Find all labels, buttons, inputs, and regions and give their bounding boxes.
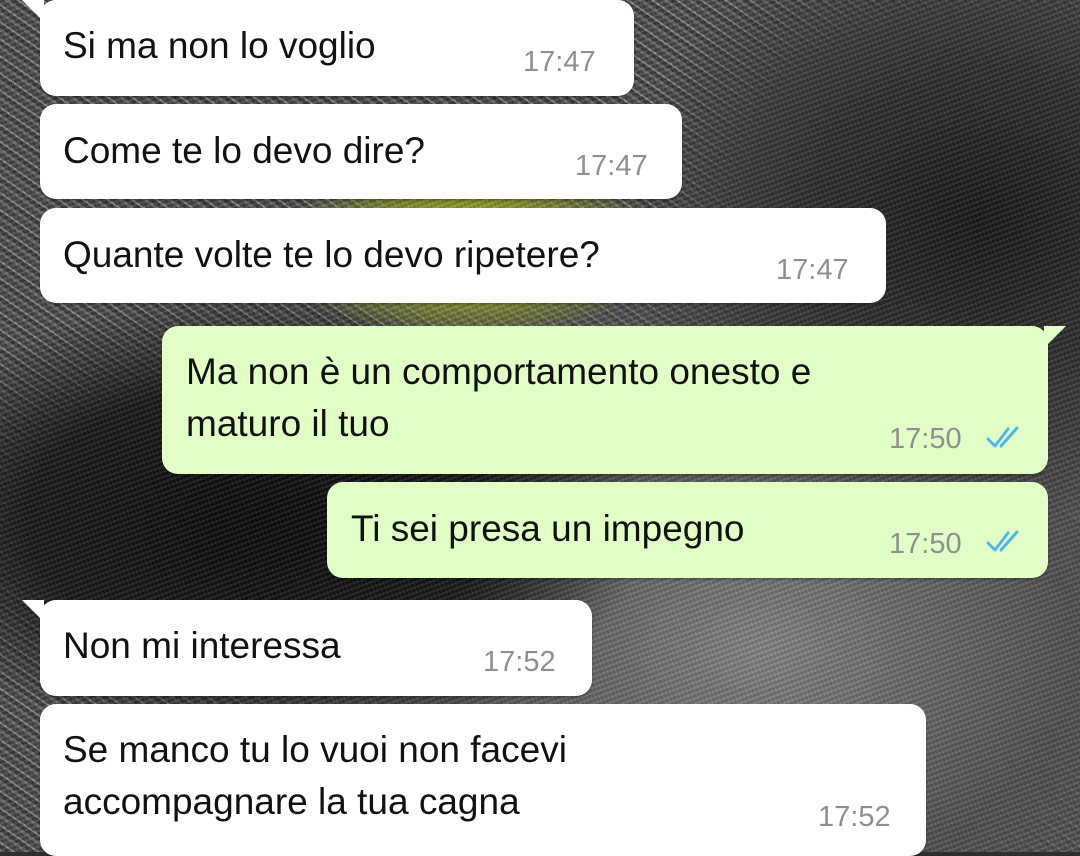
message-bubble-incoming[interactable]: Quante volte te lo devo ripetere? 17:47 [40,208,886,303]
message-text-line-1: Ma non è un comportamento onesto e [186,351,812,392]
message-bubble-outgoing[interactable]: Ma non è un comportamento onesto e matur… [162,326,1066,474]
message-text-line-2: accompagnare la tua cagna [63,781,520,822]
message-time: 17:47 [575,150,648,182]
message-time: 17:47 [523,46,596,78]
message-bubble-incoming[interactable]: Si ma non lo voglio 17:47 [22,0,634,96]
message-text: Come te lo devo dire? [63,130,425,171]
double-check-icon [986,426,1019,448]
message-time: 17:50 [889,423,962,455]
message-bubble-outgoing[interactable]: Ti sei presa un impegno 17:50 [327,482,1048,578]
message-time: 17:50 [889,528,962,560]
message-text-line-2: maturo il tuo [186,403,390,444]
message-bubble-incoming[interactable]: Se manco tu lo vuoi non facevi accompagn… [40,704,926,856]
message-time: 17:52 [818,801,891,833]
message-bubble-incoming[interactable]: Come te lo devo dire? 17:47 [40,104,682,199]
message-bubble-incoming[interactable]: Non mi interessa 17:52 [22,600,592,696]
message-text: Ti sei presa un impegno [351,508,745,549]
message-text-line-1: Se manco tu lo vuoi non facevi [63,729,567,770]
message-text: Non mi interessa [63,625,341,666]
message-time: 17:52 [483,646,556,678]
message-text: Quante volte te lo devo ripetere? [63,234,600,275]
message-time: 17:47 [776,254,849,286]
message-text: Si ma non lo voglio [63,25,376,66]
double-check-icon [986,530,1019,552]
